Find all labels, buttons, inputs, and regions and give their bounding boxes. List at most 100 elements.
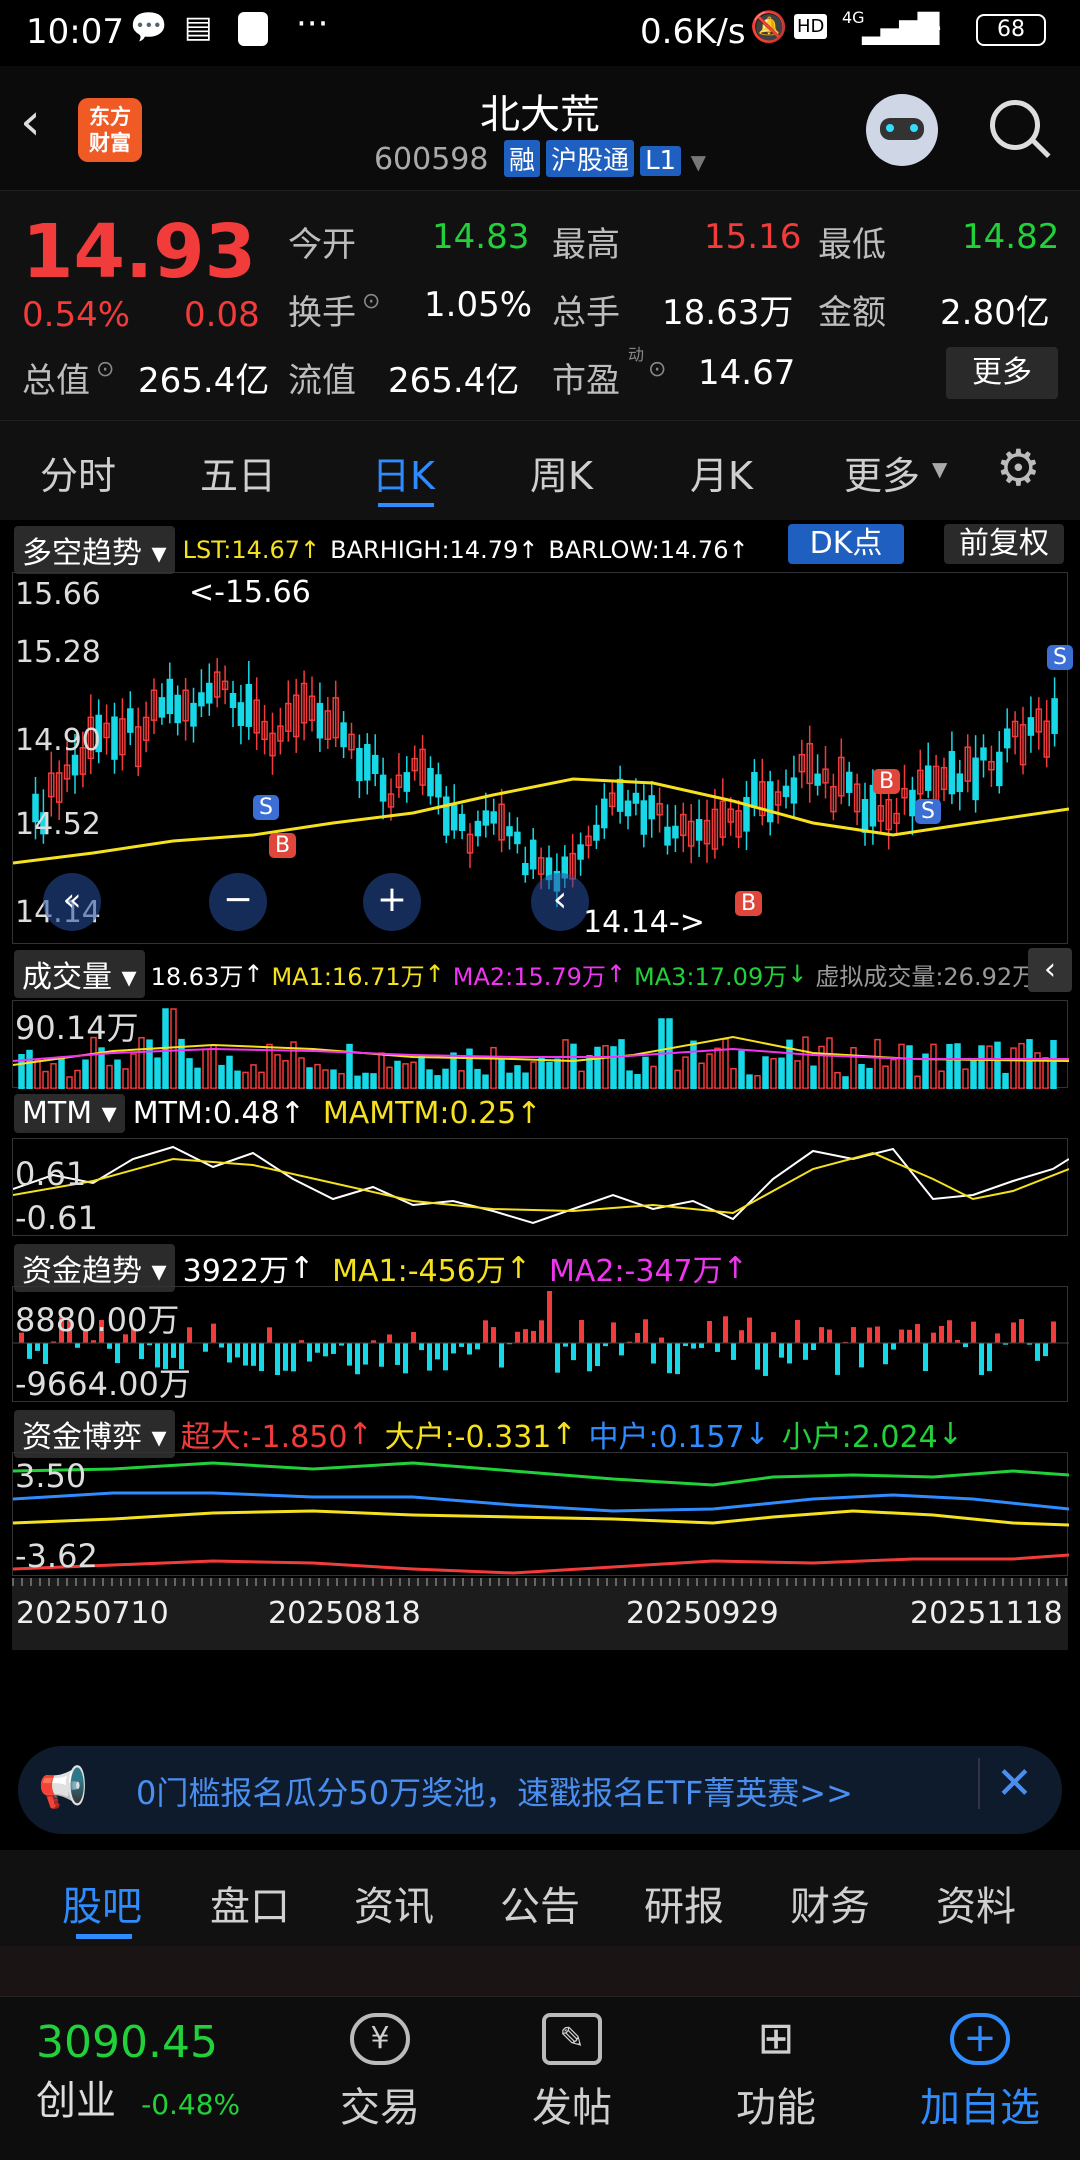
volume-bar <box>738 1050 745 1090</box>
volume-bar <box>826 1037 833 1090</box>
tab-financials[interactable]: 财务 <box>790 1874 870 1932</box>
fund-trend-select[interactable]: 资金趋势 ▾ <box>14 1244 175 1292</box>
gear-icon[interactable]: ⚙ <box>996 439 1041 497</box>
fund-bar <box>355 1343 360 1375</box>
info-icon[interactable]: ⊙ <box>362 289 380 314</box>
adjust-button[interactable]: 前复权 <box>944 524 1064 564</box>
nav-post[interactable]: ✎ 发帖 <box>502 2013 642 2133</box>
more-button[interactable]: 更多 <box>946 347 1058 399</box>
tab-five-day[interactable]: 五日 <box>200 445 276 500</box>
candle-body <box>111 716 118 760</box>
zoom-in-icon[interactable]: + <box>363 873 421 931</box>
volume-bar <box>626 1070 633 1090</box>
total-value: 265.4亿 <box>138 361 270 401</box>
dk-point-button[interactable]: DK点 <box>788 524 904 564</box>
tab-announcements[interactable]: 公告 <box>500 1874 580 1932</box>
tab-monthly-k[interactable]: 月K <box>690 445 753 500</box>
mtm-y-bottom: -0.61 <box>15 1199 98 1237</box>
volume-bar <box>26 1049 33 1090</box>
candle-body <box>529 839 537 870</box>
candle-body <box>174 694 181 724</box>
rewind-icon[interactable]: « <box>43 873 101 931</box>
megaphone-icon: 📢 <box>38 1765 88 1811</box>
volume-bar <box>522 1072 529 1090</box>
fund-bar <box>811 1343 816 1351</box>
chevron-down-icon[interactable]: ▼ <box>691 150 706 174</box>
volume-select[interactable]: 成交量 ▾ <box>14 950 145 998</box>
turnover-label: 换手 <box>288 293 356 333</box>
candle-body <box>71 754 79 776</box>
fund-game-select[interactable]: 资金博弈 ▾ <box>14 1410 175 1458</box>
tab-daily-k[interactable]: 日K <box>372 445 435 500</box>
fund-bar <box>739 1330 744 1343</box>
robot-avatar-icon[interactable] <box>866 94 938 166</box>
collapse-panel-icon[interactable]: ‹ <box>1028 948 1072 992</box>
buy-signal-icon: B <box>269 833 297 858</box>
fund-bar <box>443 1343 448 1371</box>
candle-body <box>450 804 458 831</box>
chevron-left-icon[interactable]: ‹ <box>531 873 589 931</box>
tab-profile[interactable]: 资料 <box>936 1874 1016 1932</box>
fund-bar <box>419 1343 424 1351</box>
fund-bar <box>411 1331 416 1343</box>
volume-bar <box>138 1036 145 1090</box>
fund-bar <box>667 1343 672 1374</box>
fund-bar <box>979 1343 984 1376</box>
fund-bar <box>387 1334 392 1343</box>
amount-label: 金额 <box>818 293 886 333</box>
nav-trade[interactable]: ¥ 交易 <box>310 2013 450 2133</box>
candle-body <box>474 820 482 837</box>
tab-weekly-k[interactable]: 周K <box>530 445 593 500</box>
volume-bar <box>498 1058 505 1090</box>
barhigh-value: BARHIGH:14.79 <box>330 536 519 564</box>
volume-bar <box>426 1069 433 1090</box>
tab-intraday[interactable]: 分时 <box>40 445 116 500</box>
fund-bar <box>291 1343 296 1372</box>
tab-order-book[interactable]: 盘口 <box>210 1874 290 1932</box>
y-label-3: 14.90 <box>15 723 101 758</box>
hd-icon: HD <box>794 14 828 39</box>
fund-bar <box>171 1343 176 1358</box>
fund-bar <box>491 1327 496 1343</box>
tab-news[interactable]: 资讯 <box>354 1874 434 1932</box>
volume-bar <box>210 1044 217 1090</box>
volume-bar <box>322 1069 329 1090</box>
main-indicator-bar: 多空趋势 ▾ LST:14.67 ↑ BARHIGH:14.79 ↑ BARLOW:… <box>14 526 749 574</box>
volume-ma2: MA2:15.79万 <box>452 962 606 991</box>
more-status-icon: ··· <box>296 4 329 44</box>
candle-body <box>601 798 608 829</box>
active-tab-indicator <box>378 503 434 507</box>
tab-more[interactable]: 更多 <box>844 445 920 500</box>
index-widget[interactable]: 3090.45 创业 -0.48% <box>36 2017 240 2126</box>
candle-body <box>845 771 853 793</box>
fund-bar <box>1011 1322 1016 1343</box>
info-icon[interactable]: ⊙ <box>648 357 666 382</box>
nav-add-watchlist[interactable]: + 加自选 <box>900 2013 1060 2133</box>
fund-bar <box>259 1343 264 1372</box>
volume-bar <box>962 1068 969 1090</box>
info-icon[interactable]: ⊙ <box>96 357 114 382</box>
volume-bar <box>434 1075 441 1090</box>
volume-bar <box>714 1047 721 1090</box>
zoom-out-icon[interactable]: − <box>209 873 267 931</box>
fund-bar <box>827 1329 832 1343</box>
close-icon[interactable]: ✕ <box>978 1758 1033 1809</box>
index-value: 3090.45 <box>36 2017 218 2068</box>
fund-trend-chart: 8880.00万 -9664.00万 <box>12 1286 1069 1403</box>
nav-functions[interactable]: ⊞ 功能 <box>706 2013 846 2133</box>
indicator-select[interactable]: 多空趋势 ▾ <box>14 526 175 574</box>
mtm-select[interactable]: MTM ▾ <box>14 1094 125 1133</box>
candlestick-chart[interactable]: 15.66 15.28 14.90 14.52 14.14 <-15.66 14… <box>12 572 1073 978</box>
promo-banner[interactable]: 📢 0门槛报名瓜分50万奖池，速戳报名ETF菁英赛>> ✕ <box>18 1746 1062 1834</box>
volume-bar <box>946 1043 953 1090</box>
fund-bar <box>835 1343 840 1375</box>
current-price: 14.93 <box>22 209 257 295</box>
fund-bar <box>395 1343 400 1365</box>
tab-research[interactable]: 研报 <box>644 1874 724 1932</box>
volume-bar <box>1010 1047 1017 1090</box>
fund-bar <box>907 1329 912 1343</box>
tab-stock-bar[interactable]: 股吧 <box>62 1874 142 1932</box>
candle-body <box>648 795 655 820</box>
edit-icon: ✎ <box>542 2013 602 2065</box>
fund-bar <box>307 1343 312 1362</box>
